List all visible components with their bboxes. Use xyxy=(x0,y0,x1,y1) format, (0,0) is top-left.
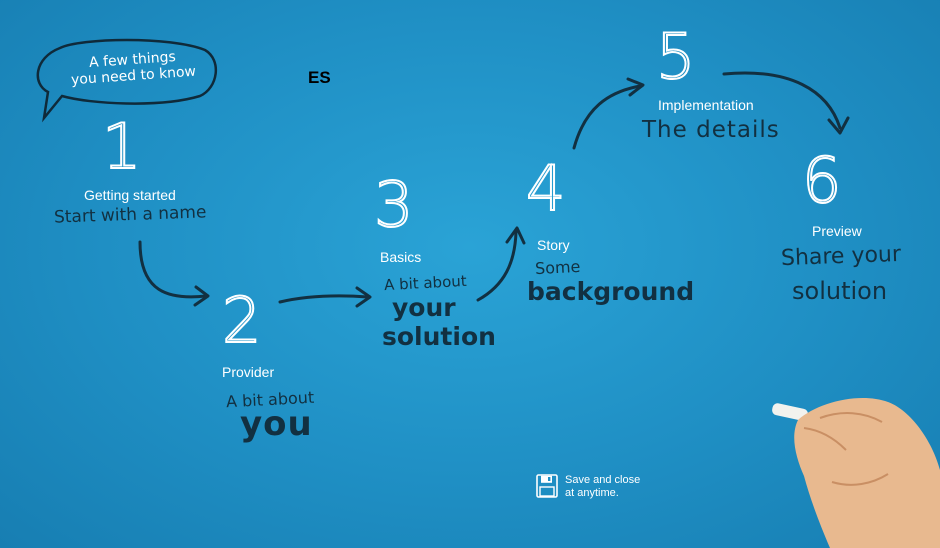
wizard-overview: A few things you need to know ES 1 Getti… xyxy=(0,0,940,548)
step-6-desc-1: Share your xyxy=(780,241,902,272)
step-5-number[interactable]: 5 xyxy=(655,25,696,89)
arrow-1-to-2 xyxy=(138,240,208,299)
step-5-title[interactable]: Implementation xyxy=(658,97,754,113)
arrow-3-to-4 xyxy=(476,230,518,302)
language-code[interactable]: ES xyxy=(308,68,331,88)
step-2-desc-2: you xyxy=(240,404,313,444)
step-2-number[interactable]: 2 xyxy=(221,289,262,353)
save-line-1: Save and close xyxy=(565,474,641,486)
step-4-desc-1: Some xyxy=(534,256,581,279)
step-6-desc-2: solution xyxy=(792,277,888,305)
step-2-title[interactable]: Provider xyxy=(222,364,274,380)
step-3-desc-3: solution xyxy=(382,322,496,351)
arrowhead-5-to-6 xyxy=(827,116,850,135)
step-3-number[interactable]: 3 xyxy=(373,173,414,237)
step-3-title[interactable]: Basics xyxy=(380,249,421,265)
step-3-desc-2: your xyxy=(392,293,456,322)
step-1-number[interactable]: 1 xyxy=(101,115,142,179)
save-and-close[interactable]: Save and close at anytime. xyxy=(536,474,640,500)
arrowhead-1-to-2 xyxy=(193,285,210,307)
step-3-desc-1: A bit about xyxy=(383,271,468,295)
arrow-4-to-5 xyxy=(572,84,642,150)
floppy-disk-icon[interactable] xyxy=(536,474,558,498)
step-1-desc: Start with a name xyxy=(53,202,207,228)
step-4-title[interactable]: Story xyxy=(537,237,570,253)
save-line-2: at anytime. xyxy=(565,487,619,499)
step-1-title[interactable]: Getting started xyxy=(84,187,176,203)
step-4-number[interactable]: 4 xyxy=(525,157,566,221)
arrow-2-to-3 xyxy=(278,294,370,304)
hand-with-chalk-illustration xyxy=(772,398,940,548)
step-6-title[interactable]: Preview xyxy=(812,223,862,239)
arrowhead-2-to-3 xyxy=(355,286,372,308)
arrowhead-4-to-5 xyxy=(626,77,645,97)
step-6-number[interactable]: 6 xyxy=(801,149,842,213)
intro-bubble: A few things you need to know xyxy=(57,47,209,90)
save-text: Save and close at anytime. xyxy=(565,474,640,500)
step-4-desc-2: background xyxy=(527,277,695,306)
arrowhead-3-to-4 xyxy=(505,226,526,245)
step-5-desc: The details xyxy=(642,117,780,143)
